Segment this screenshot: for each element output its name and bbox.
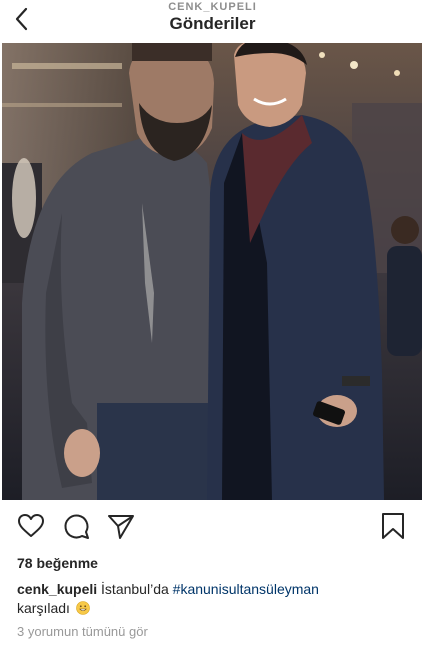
view-all-comments-link[interactable]: 3 yorumun tümünü gör xyxy=(17,624,148,639)
heart-icon xyxy=(18,514,44,537)
caption-text: İstanbul’da xyxy=(97,581,173,597)
grinning-face-emoji-icon xyxy=(76,601,90,615)
share-button[interactable] xyxy=(106,511,136,541)
header-username: CENK_KUPELI xyxy=(168,1,257,13)
post-photo[interactable] xyxy=(2,43,422,500)
comment-button[interactable] xyxy=(62,511,92,541)
top-nav-bar: CENK_KUPELI Gönderiler xyxy=(0,0,425,42)
save-button[interactable] xyxy=(378,511,408,541)
likes-count[interactable]: 78 beğenme xyxy=(17,555,98,571)
comment-icon xyxy=(64,514,89,539)
post-caption: cenk_kupeli İstanbul’da #kanunisultansül… xyxy=(17,580,417,618)
caption-hashtag[interactable]: #kanunisultansüleyman xyxy=(173,581,319,597)
like-button[interactable] xyxy=(16,511,46,541)
caption-text-end: karşıladı xyxy=(17,600,70,616)
paper-plane-icon xyxy=(108,515,134,539)
bookmark-icon xyxy=(382,513,404,539)
post-action-bar xyxy=(0,507,425,547)
page-title: Gönderiler xyxy=(169,14,256,33)
caption-username[interactable]: cenk_kupeli xyxy=(17,581,97,597)
